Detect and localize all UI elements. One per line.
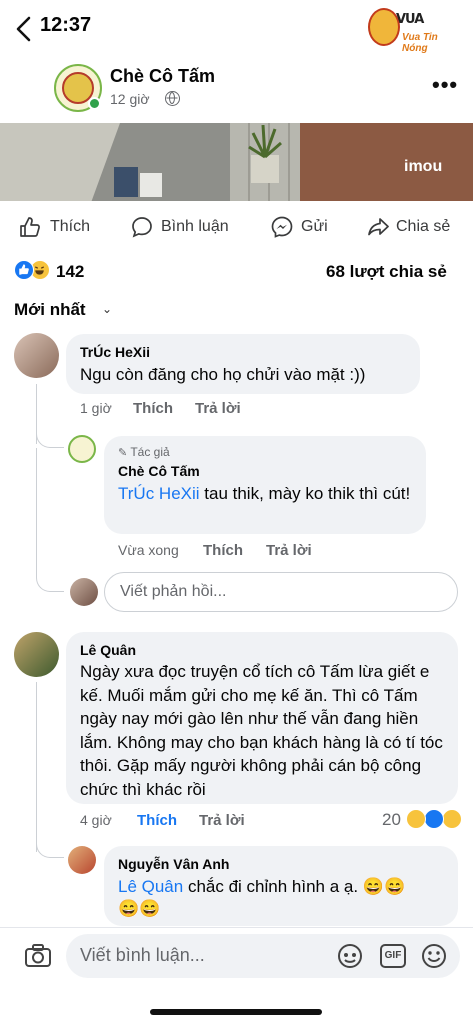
home-indicator [150, 1009, 322, 1015]
comment-like-button[interactable]: Thích [133, 400, 173, 417]
thread-line [36, 572, 64, 592]
post-actions-bar: Thích Bình luận Gửi Chia sẻ [0, 205, 473, 245]
avatar-sticker-icon[interactable] [336, 942, 364, 975]
comment-author[interactable]: Lê Quân [80, 642, 136, 658]
messenger-icon [271, 216, 293, 238]
share-icon [368, 218, 389, 236]
avatar[interactable] [68, 435, 96, 463]
thread-line [36, 682, 37, 852]
avatar[interactable] [14, 333, 59, 378]
thread-line [36, 838, 64, 858]
comment-time: 4 giờ [80, 812, 112, 828]
pencil-icon: ✎ [118, 447, 128, 459]
photo-watermark: imou [404, 158, 443, 175]
author-badge-label: Tác giả [130, 445, 170, 459]
send-button[interactable]: Gửi [270, 215, 330, 239]
comment-author[interactable]: TrÚc HeXii [80, 344, 150, 360]
sort-dropdown[interactable]: Mới nhất [14, 300, 86, 320]
author-badge: ✎ Tác giả [118, 445, 170, 459]
back-icon[interactable] [14, 14, 40, 54]
comment-time: Vừa xong [118, 542, 179, 558]
comment-reply-button[interactable]: Trả lời [199, 812, 245, 829]
comment-like-button[interactable]: Thích [203, 542, 243, 559]
globe-icon [165, 91, 180, 106]
watermark-text: VUA [396, 12, 424, 27]
comment-button-label: Bình luận [161, 218, 229, 235]
comment-text-body: tau thik, mày ko thik thì cút! [199, 484, 411, 503]
avatar[interactable] [68, 846, 96, 874]
comment-button[interactable]: Bình luận [130, 215, 240, 239]
mention-link[interactable]: Lê Quân [118, 877, 183, 896]
comment-author[interactable]: Chè Cô Tấm [118, 463, 200, 479]
share-button-label: Chia sẻ [396, 218, 451, 235]
online-indicator [88, 97, 101, 110]
share-button[interactable]: Chia sẻ [366, 215, 456, 239]
comment-reply-button[interactable]: Trả lời [195, 400, 241, 417]
avatar[interactable] [14, 632, 59, 677]
comment-text-body: chắc đi chỉnh hình a ạ. [183, 877, 359, 896]
comment-text: Ngu còn đăng cho họ chửi vào mặt :)) [80, 365, 366, 384]
comment-author[interactable]: Nguyễn Vân Anh [118, 856, 230, 872]
thread-line [36, 430, 64, 448]
wow-reaction-icon [442, 809, 462, 829]
haha-reaction-icon [406, 809, 426, 829]
post-time: 12 giờ [110, 91, 150, 107]
comment-text: Lê Quân chắc đi chỉnh hình a ạ. 😄😄 😄😄 [118, 876, 448, 920]
camera-icon[interactable] [24, 943, 52, 974]
gif-icon[interactable]: GIF [380, 944, 406, 968]
comment-text: TrÚc HeXii tau thik, mày ko thik thì cút… [118, 483, 418, 505]
reaction-count[interactable]: 142 [56, 262, 84, 282]
emoji-icon[interactable] [420, 942, 448, 975]
emoji-group: 😄😄 [118, 899, 161, 918]
reply-input-placeholder: Viết phản hồi... [120, 583, 227, 600]
mention-link[interactable]: TrÚc HeXii [118, 484, 200, 503]
send-button-label: Gửi [301, 218, 328, 235]
page-name[interactable]: Chè Cô Tấm [110, 66, 215, 87]
comment-like-button[interactable]: Thích [137, 812, 177, 829]
chevron-down-icon[interactable]: ⌄ [102, 302, 112, 316]
watermark-logo: VUA Vua Tin Nóng [368, 8, 464, 54]
thread-line [36, 448, 37, 578]
post-photo[interactable] [0, 123, 473, 201]
like-reaction-icon [424, 809, 444, 829]
comment-icon [132, 217, 152, 238]
share-count[interactable]: 68 lượt chia sẻ [326, 262, 447, 282]
watermark-subtext: Vua Tin Nóng [402, 32, 438, 54]
comment-reply-button[interactable]: Trả lời [266, 542, 312, 559]
avatar [70, 578, 98, 606]
comment-reaction-count[interactable]: 20 [382, 810, 401, 830]
comment-text: Ngày xưa đọc truyện cổ tích cô Tấm lừa g… [80, 662, 443, 799]
like-button[interactable]: Thích [18, 215, 118, 239]
reactions-summary[interactable] [14, 260, 214, 282]
thumbs-up-icon [20, 217, 40, 237]
like-button-label: Thích [50, 218, 91, 235]
more-options-icon[interactable]: ••• [432, 72, 458, 98]
like-reaction-icon [14, 260, 34, 280]
comment-input-placeholder: Viết bình luận... [80, 945, 205, 965]
comment-time: 1 giờ [80, 400, 112, 416]
status-time: 12:37 [40, 14, 92, 36]
status-bar: 12:37 VUA Vua Tin Nóng [0, 0, 473, 54]
emoji-group: 😄😄 [362, 877, 406, 896]
